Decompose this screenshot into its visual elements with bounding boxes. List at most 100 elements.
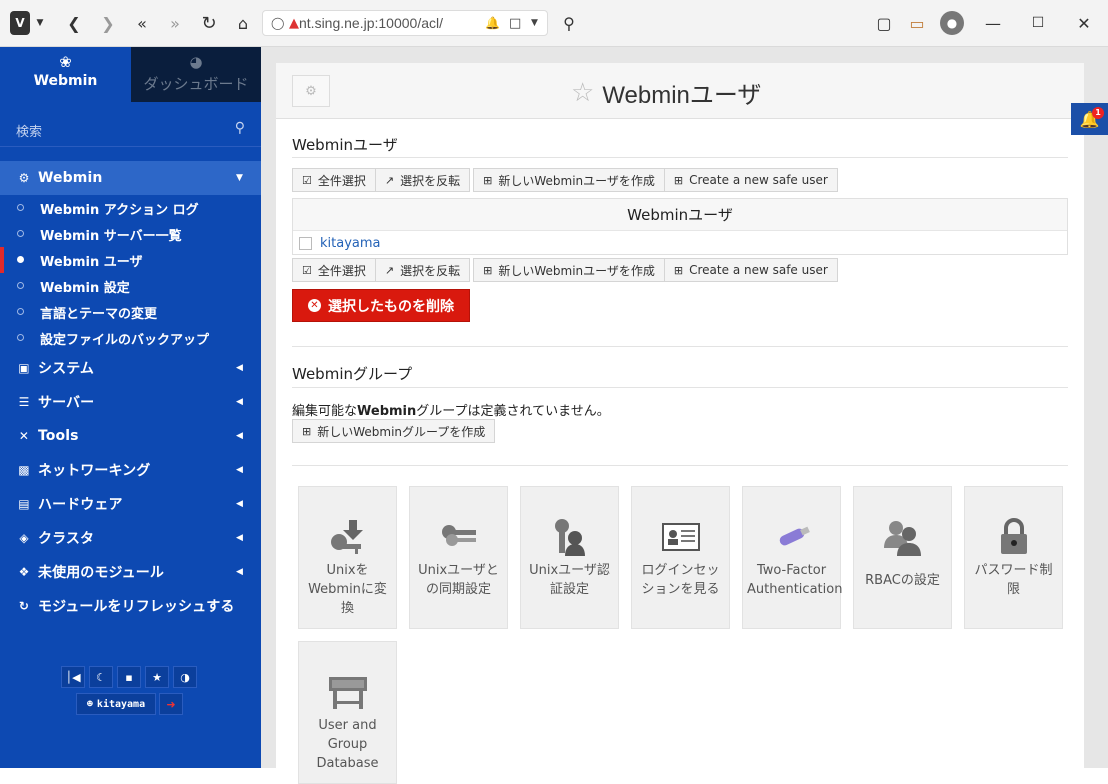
webmin-logo-icon: ❀ xyxy=(59,53,72,71)
sidebar-search[interactable]: 検索 ⚲ xyxy=(0,113,261,147)
vivaldi-menu-icon[interactable]: V xyxy=(10,11,30,35)
moon-icon[interactable]: ☾ xyxy=(89,666,113,688)
invert-selection-button[interactable]: ↗ 選択を反転 xyxy=(374,168,471,192)
menu-networking[interactable]: ▩ ネットワーキング ◀ xyxy=(0,453,261,487)
tile-two-factor[interactable]: Two-Factor Authentication xyxy=(742,486,843,629)
collapse-icon[interactable]: │◀ xyxy=(61,666,85,688)
panel-icon[interactable]: ▭ xyxy=(906,11,928,35)
tile-password-restrictions[interactable]: パスワード制限 xyxy=(964,486,1063,629)
row-checkbox[interactable] xyxy=(299,236,312,250)
warning-icon: ▲ xyxy=(289,15,299,31)
reload-icon[interactable]: ↻ xyxy=(197,11,221,35)
sidebar-item-webmin-users[interactable]: Webmin ユーザ xyxy=(0,247,261,273)
tile-unix-auth[interactable]: Unixユーザ認証設定 xyxy=(520,486,619,629)
tile-label: RBACの設定 xyxy=(865,573,940,588)
sidebar-item-action-log[interactable]: Webmin アクション ログ xyxy=(0,195,261,221)
notifications-button[interactable]: 🔔 1 xyxy=(1071,103,1108,135)
terminal-icon[interactable]: ▪ xyxy=(117,666,141,688)
new-user-button[interactable]: ⊞ 新しいWebminユーザを作成 xyxy=(473,258,665,282)
sidebar-item-label: Webmin 設定 xyxy=(40,280,130,296)
menu-unused-modules[interactable]: ❖ 未使用のモジュール ◀ xyxy=(0,555,261,589)
new-safe-user-button[interactable]: ⊞ Create a new safe user xyxy=(663,258,838,282)
delete-selected-button[interactable]: ✕ 選択したものを削除 xyxy=(292,289,470,322)
search-icon: ⚲ xyxy=(234,120,245,136)
bullet-icon xyxy=(17,204,24,211)
external-link-icon: ↗ xyxy=(384,173,395,187)
new-group-button[interactable]: ⊞ 新しいWebminグループを作成 xyxy=(292,419,496,443)
tile-login-sessions[interactable]: ログインセッションを見る xyxy=(631,486,730,629)
menu-hardware[interactable]: ▤ ハードウェア ◀ xyxy=(0,487,261,521)
select-all-label: 全件選択 xyxy=(317,173,366,188)
bell-icon[interactable]: 🔔 xyxy=(485,16,500,30)
menu-servers[interactable]: ☰ サーバー ◀ xyxy=(0,385,261,419)
user-cog-icon: ☻ xyxy=(86,698,93,710)
maximize-icon[interactable]: ☐ xyxy=(1027,11,1049,35)
tile-label: Two-Factor Authentication xyxy=(747,563,843,597)
divider xyxy=(292,387,1068,388)
sidebar-item-language-theme[interactable]: 言語とテーマの変更 xyxy=(0,299,261,325)
close-icon[interactable]: ✕ xyxy=(1073,11,1095,35)
menu-webmin-label: Webmin xyxy=(38,170,103,186)
select-all-button[interactable]: ☑ 全件選択 xyxy=(292,258,376,282)
sidebar-item-backup[interactable]: 設定ファイルのバックアップ xyxy=(0,325,261,351)
bullet-icon xyxy=(17,282,24,289)
user-button[interactable]: ☻ kitayama xyxy=(76,693,156,715)
shield-icon: ◯ xyxy=(271,16,285,30)
logout-icon[interactable]: ➜ xyxy=(159,693,183,715)
plus-square-icon: ⊞ xyxy=(483,173,493,187)
home-icon[interactable]: ⌂ xyxy=(231,11,255,35)
layers-icon: ◈ xyxy=(19,531,29,545)
fast-forward-icon[interactable]: » xyxy=(163,11,187,35)
page-title: ☆ Webminユーザ xyxy=(571,75,761,110)
hdd-icon: ▤ xyxy=(18,497,30,511)
palette-icon[interactable]: ◑ xyxy=(173,666,197,688)
bullet-icon xyxy=(17,230,24,237)
usb-key-icon xyxy=(743,515,840,559)
select-all-button[interactable]: ☑ 全件選択 xyxy=(292,168,376,192)
tile-rbac[interactable]: RBACの設定 xyxy=(853,486,952,629)
users-table: Webminユーザ kitayama xyxy=(292,198,1068,255)
star-icon[interactable]: ☆ xyxy=(571,77,594,108)
module-config-button[interactable]: ⚙ xyxy=(292,75,330,107)
x-circle-icon: ✕ xyxy=(308,299,321,312)
divider xyxy=(292,157,1068,158)
new-safe-user-button[interactable]: ⊞ Create a new safe user xyxy=(663,168,838,192)
minimize-icon[interactable]: — xyxy=(982,11,1004,35)
laptop-icon: ▣ xyxy=(18,361,30,375)
back-icon[interactable]: ❮ xyxy=(62,11,86,35)
invert-selection-button[interactable]: ↗ 選択を反転 xyxy=(374,258,471,282)
refresh-icon: ↻ xyxy=(18,599,30,613)
tile-user-group-db[interactable]: User and Group Database xyxy=(298,641,397,784)
tile-unix-to-webmin[interactable]: UnixをWebminに変換 xyxy=(298,486,397,629)
star-icon[interactable]: ★ xyxy=(145,666,169,688)
profile-icon[interactable]: ● xyxy=(940,11,964,35)
sidebar-item-webmin-config[interactable]: Webmin 設定 xyxy=(0,273,261,299)
sidebar-item-label: Webmin サーバー一覧 xyxy=(40,228,182,244)
menu-cluster[interactable]: ◈ クラスタ ◀ xyxy=(0,521,261,555)
sidebar-item-servers[interactable]: Webmin サーバー一覧 xyxy=(0,221,261,247)
chevron-down-icon[interactable]: ▼ xyxy=(531,18,538,28)
bookmark-icon[interactable]: □ xyxy=(509,16,521,31)
forward-icon[interactable]: ❯ xyxy=(96,11,120,35)
menu-tools[interactable]: ✕ Tools ◀ xyxy=(0,419,261,453)
search-icon[interactable]: ⚲ xyxy=(558,11,580,35)
groups-note: 編集可能なWebminグループは定義されていません。 xyxy=(292,400,610,419)
chevron-down-icon[interactable]: ▼ xyxy=(33,11,47,35)
capture-icon[interactable]: ▢ xyxy=(872,11,896,35)
menu-refresh-modules[interactable]: ↻ モジュールをリフレッシュする xyxy=(0,589,261,623)
new-user-button[interactable]: ⊞ 新しいWebminユーザを作成 xyxy=(473,168,665,192)
menu-system[interactable]: ▣ システム ◀ xyxy=(0,351,261,385)
main-content: ⚙ ☆ Webminユーザ Webminユーザ ☑ 全件選択 ↗ 選択を反転 ⊞ 新し… xyxy=(261,47,1108,784)
menu-label: ネットワーキング xyxy=(38,463,151,479)
new-group-label: 新しいWebminグループを作成 xyxy=(317,424,486,439)
rewind-icon[interactable]: « xyxy=(130,11,154,35)
new-user-label: 新しいWebminユーザを作成 xyxy=(498,173,655,188)
url-text: nt.sing.ne.jp:10000/acl/ xyxy=(299,15,443,31)
user-link[interactable]: kitayama xyxy=(320,236,381,251)
menu-webmin[interactable]: ⚙ Webmin ▼ xyxy=(0,161,261,195)
tab-webmin[interactable]: ❀ Webmin xyxy=(0,47,131,102)
tab-dashboard[interactable]: ◕ ダッシュボード xyxy=(131,47,261,102)
tile-unix-sync[interactable]: Unixユーザとの同期設定 xyxy=(409,486,508,629)
address-bar[interactable]: ◯ ▲ nt.sing.ne.jp:10000/acl/ 🔔 □ ▼ xyxy=(262,10,548,36)
plus-square-icon: ⊞ xyxy=(483,263,493,277)
